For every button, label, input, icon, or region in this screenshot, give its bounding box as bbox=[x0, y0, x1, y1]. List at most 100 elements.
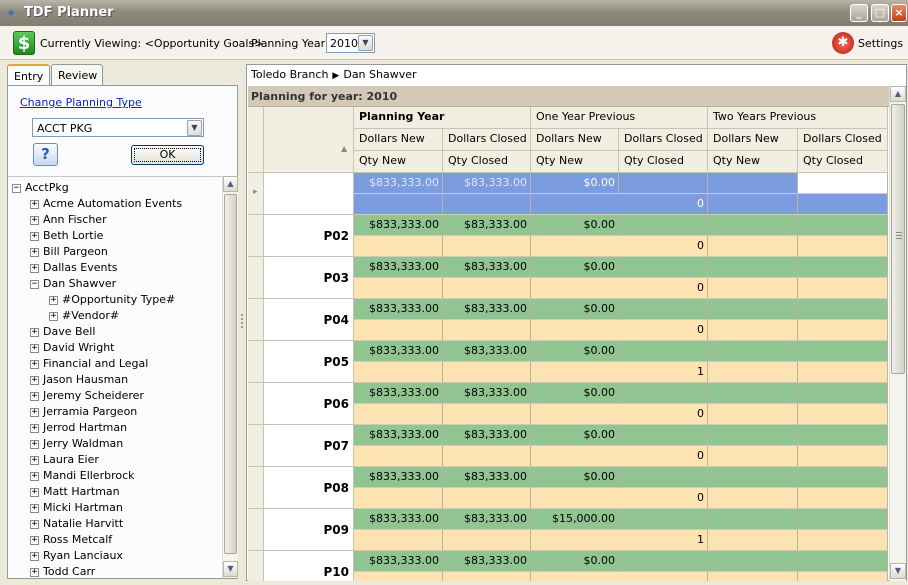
sort-up-icon[interactable]: ▲ bbox=[341, 144, 347, 153]
row-indicator[interactable] bbox=[248, 467, 264, 509]
empty-cell[interactable] bbox=[619, 383, 708, 404]
amount-cell[interactable]: $833,333.00 bbox=[354, 467, 443, 488]
expand-icon[interactable]: + bbox=[30, 263, 39, 273]
row-indicator[interactable] bbox=[248, 215, 264, 257]
panel-splitter[interactable] bbox=[239, 64, 246, 579]
empty-cell[interactable] bbox=[708, 572, 798, 581]
change-planning-type-link[interactable]: Change Planning Type bbox=[20, 96, 142, 109]
tree-child-item[interactable]: + #Vendor# bbox=[49, 308, 119, 324]
amount-cell[interactable]: $833,333.00 bbox=[354, 551, 443, 572]
column-header[interactable]: Qty Closed bbox=[443, 151, 531, 173]
column-group-header[interactable]: Planning Year bbox=[354, 107, 531, 129]
empty-cell[interactable] bbox=[798, 341, 888, 362]
empty-cell[interactable] bbox=[443, 278, 531, 299]
empty-cell[interactable] bbox=[798, 404, 888, 425]
empty-cell[interactable] bbox=[708, 467, 798, 488]
qty-cell[interactable]: 0 bbox=[619, 404, 708, 425]
expand-icon[interactable]: + bbox=[49, 295, 58, 305]
empty-cell[interactable] bbox=[354, 404, 443, 425]
period-label[interactable]: P03 bbox=[264, 257, 354, 299]
tree-item[interactable]: + Acme Automation Events bbox=[30, 196, 182, 212]
empty-cell[interactable] bbox=[531, 236, 619, 257]
row-indicator[interactable] bbox=[248, 509, 264, 551]
tree-item[interactable]: + Matt Hartman bbox=[30, 484, 120, 500]
expand-icon[interactable]: + bbox=[30, 327, 39, 337]
empty-cell[interactable] bbox=[619, 173, 708, 194]
row-header-column[interactable]: ▲ bbox=[264, 107, 354, 173]
maximize-button[interactable]: □ bbox=[871, 4, 889, 22]
scroll-down-icon[interactable]: ▼ bbox=[223, 561, 238, 577]
empty-cell[interactable] bbox=[708, 425, 798, 446]
empty-cell[interactable] bbox=[798, 236, 888, 257]
empty-cell[interactable] bbox=[354, 572, 443, 581]
qty-cell[interactable]: 0 bbox=[619, 278, 708, 299]
expand-icon[interactable]: + bbox=[30, 519, 39, 529]
empty-cell[interactable] bbox=[354, 278, 443, 299]
collapse-icon[interactable]: − bbox=[12, 183, 21, 193]
expand-icon[interactable]: + bbox=[30, 407, 39, 417]
empty-cell[interactable] bbox=[798, 362, 888, 383]
qty-cell[interactable]: 1 bbox=[619, 530, 708, 551]
empty-cell[interactable] bbox=[443, 194, 531, 215]
expand-icon[interactable]: + bbox=[30, 439, 39, 449]
empty-cell[interactable] bbox=[798, 299, 888, 320]
row-indicator[interactable] bbox=[248, 257, 264, 299]
empty-cell[interactable] bbox=[798, 278, 888, 299]
ok-button[interactable]: OK bbox=[131, 145, 204, 165]
help-button[interactable]: ? bbox=[33, 143, 58, 166]
empty-cell[interactable] bbox=[798, 446, 888, 467]
empty-cell[interactable] bbox=[708, 236, 798, 257]
empty-cell[interactable] bbox=[798, 530, 888, 551]
empty-cell[interactable] bbox=[619, 299, 708, 320]
tree-child-item[interactable]: + #Opportunity Type# bbox=[49, 292, 175, 308]
amount-cell[interactable]: $0.00 bbox=[531, 173, 619, 194]
empty-cell[interactable] bbox=[798, 509, 888, 530]
period-label[interactable]: P09 bbox=[264, 509, 354, 551]
empty-cell[interactable] bbox=[443, 488, 531, 509]
empty-cell[interactable] bbox=[443, 446, 531, 467]
expand-icon[interactable]: + bbox=[30, 487, 39, 497]
expand-icon[interactable]: + bbox=[30, 391, 39, 401]
tree-item[interactable]: + David Wright bbox=[30, 340, 114, 356]
tree-item[interactable]: + Jerrod Hartman bbox=[30, 420, 127, 436]
period-label[interactable]: P02 bbox=[264, 215, 354, 257]
amount-cell[interactable]: $83,333.00 bbox=[443, 383, 531, 404]
column-header[interactable]: Qty Closed bbox=[619, 151, 708, 173]
breadcrumb-branch[interactable]: Toledo Branch bbox=[251, 68, 328, 81]
amount-cell[interactable]: $0.00 bbox=[531, 299, 619, 320]
empty-cell[interactable] bbox=[708, 278, 798, 299]
column-header[interactable]: Dollars Closed bbox=[619, 129, 708, 151]
empty-cell[interactable] bbox=[443, 320, 531, 341]
empty-cell[interactable] bbox=[354, 194, 443, 215]
empty-cell[interactable] bbox=[708, 488, 798, 509]
column-header[interactable]: Dollars Closed bbox=[798, 129, 888, 151]
column-header[interactable]: Dollars New bbox=[531, 129, 619, 151]
period-label[interactable]: P10 bbox=[264, 551, 354, 581]
amount-cell[interactable]: $0.00 bbox=[531, 467, 619, 488]
tree-scrollbar[interactable]: ▲ ▼ bbox=[222, 176, 238, 578]
empty-cell[interactable] bbox=[798, 173, 888, 194]
column-header[interactable]: Qty Closed bbox=[798, 151, 888, 173]
column-group-header[interactable]: Two Years Previous bbox=[708, 107, 888, 129]
empty-cell[interactable] bbox=[531, 404, 619, 425]
tree-item[interactable]: + Micki Hartman bbox=[30, 500, 123, 516]
empty-cell[interactable] bbox=[531, 446, 619, 467]
amount-cell[interactable]: $0.00 bbox=[531, 341, 619, 362]
empty-cell[interactable] bbox=[708, 383, 798, 404]
amount-cell[interactable]: $0.00 bbox=[531, 215, 619, 236]
tree-item[interactable]: + Dave Bell bbox=[30, 324, 95, 340]
empty-cell[interactable] bbox=[619, 257, 708, 278]
qty-cell[interactable] bbox=[619, 572, 708, 581]
amount-cell[interactable]: $833,333.00 bbox=[354, 173, 443, 194]
empty-cell[interactable] bbox=[798, 425, 888, 446]
minimize-button[interactable]: _ bbox=[850, 4, 868, 22]
qty-cell[interactable]: 0 bbox=[619, 488, 708, 509]
breadcrumb-person[interactable]: Dan Shawver bbox=[343, 68, 416, 81]
amount-cell[interactable]: $83,333.00 bbox=[443, 299, 531, 320]
period-label[interactable]: P07 bbox=[264, 425, 354, 467]
tree-item[interactable]: + Jason Hausman bbox=[30, 372, 128, 388]
column-header[interactable]: Qty New bbox=[708, 151, 798, 173]
empty-cell[interactable] bbox=[531, 488, 619, 509]
empty-cell[interactable] bbox=[619, 509, 708, 530]
tree-root[interactable]: − AcctPkg bbox=[12, 180, 69, 196]
